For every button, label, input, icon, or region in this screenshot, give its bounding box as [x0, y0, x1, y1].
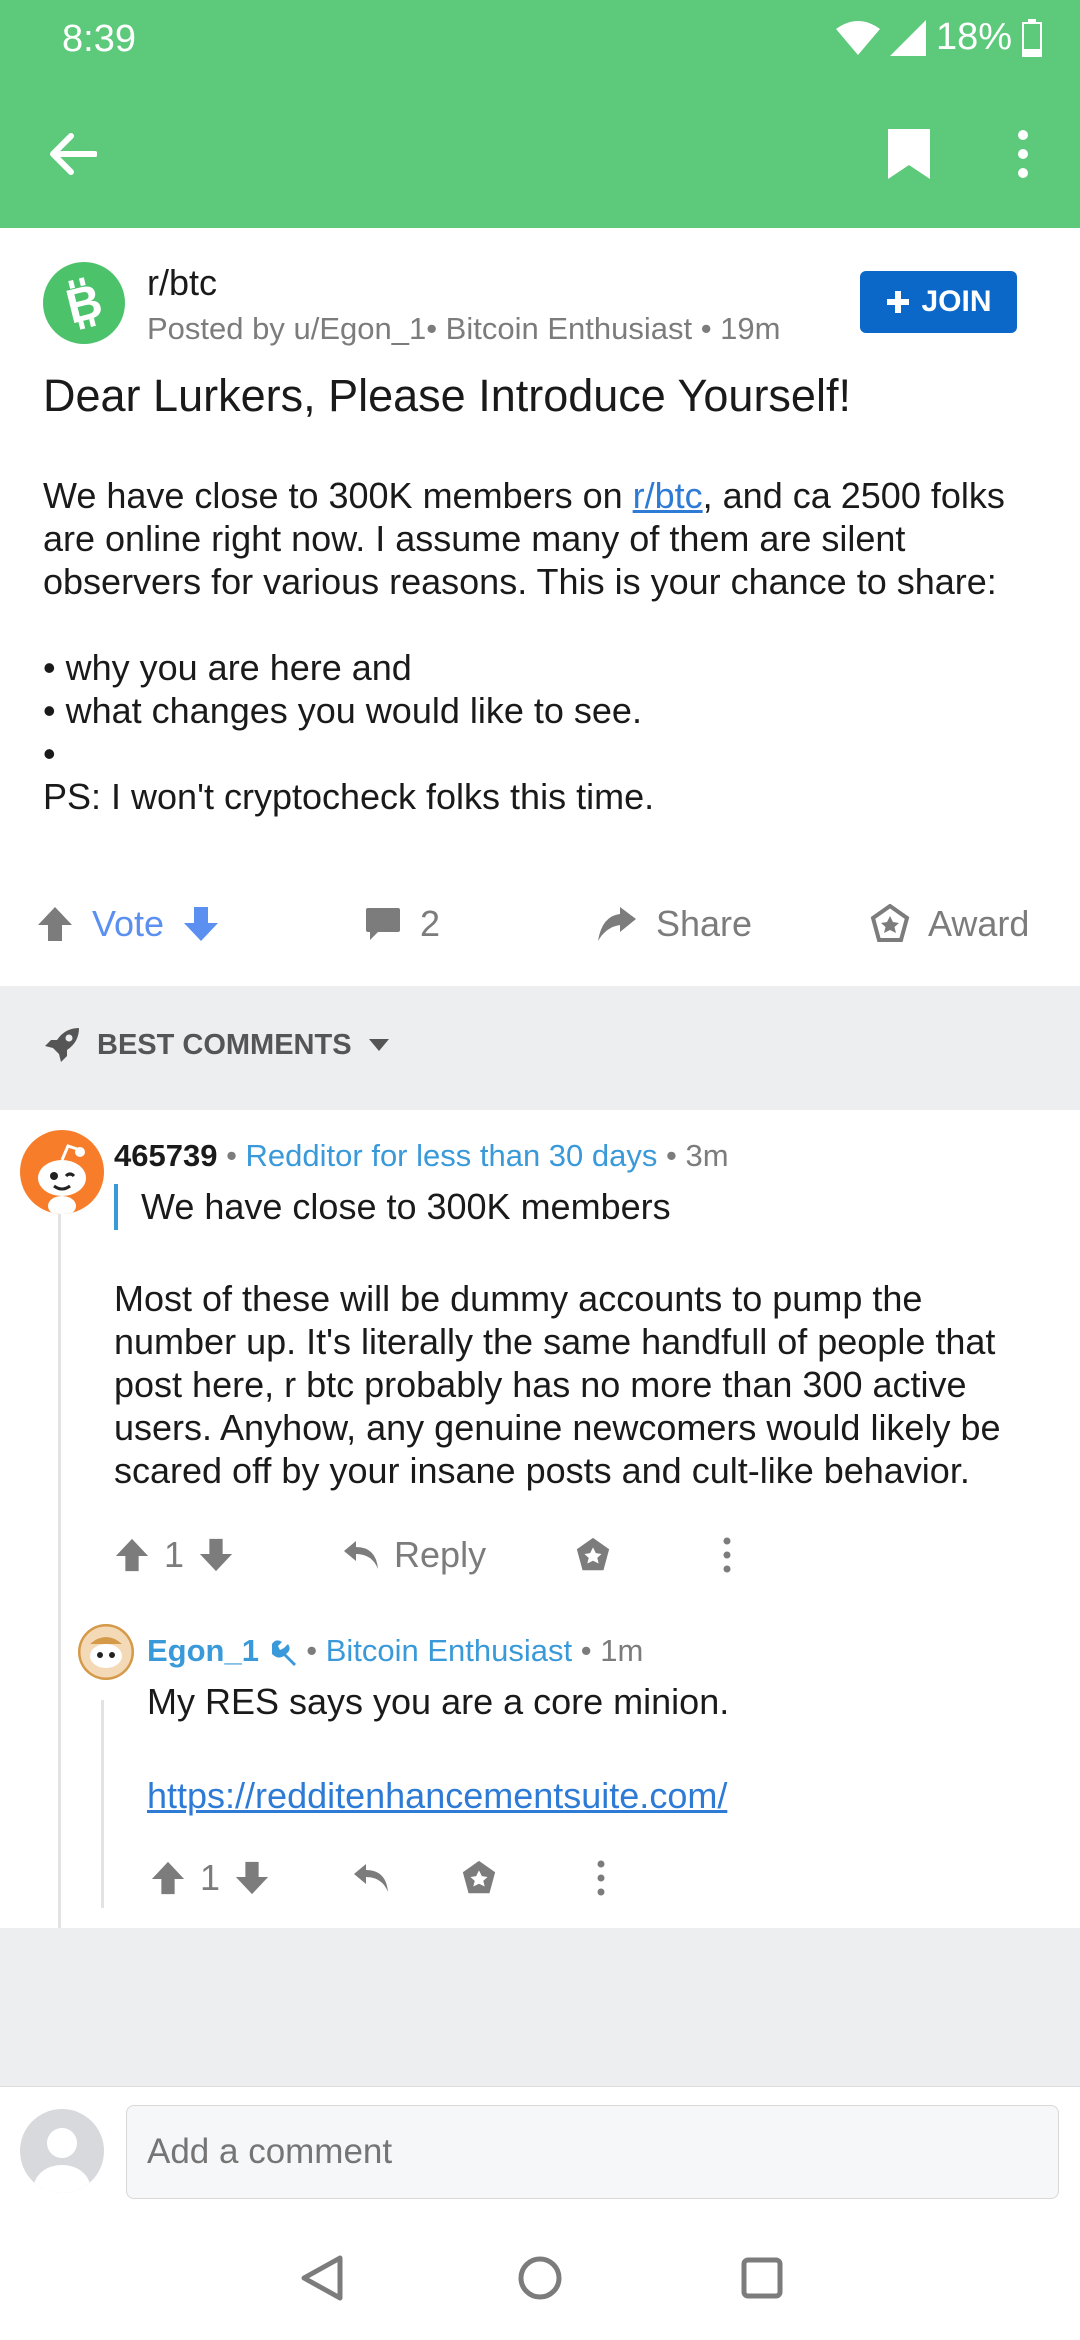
subreddit-link[interactable]: r/btc: [633, 475, 703, 516]
comment-composer: [0, 2086, 1080, 2216]
comment-time: 3m: [685, 1138, 729, 1173]
wrench-icon: [271, 1640, 296, 1666]
user-flair: Redditor for less than 30 days: [245, 1138, 658, 1173]
square-recents-icon: [741, 2257, 783, 2299]
comment-body: My RES says you are a core minion.: [147, 1681, 730, 1722]
bullet-item: •: [43, 733, 56, 774]
nav-home-button[interactable]: [508, 2246, 572, 2310]
back-button[interactable]: [36, 118, 108, 190]
bullet-item: • why you are here and: [43, 647, 412, 688]
comment-icon: [366, 908, 400, 940]
triangle-back-icon: [301, 2255, 343, 2301]
avatar[interactable]: [20, 1130, 104, 1214]
app-bar: [0, 80, 1080, 228]
post-paragraph: We have close to 300K members on r/btc, …: [43, 475, 1005, 602]
snoo-avatar-icon: [78, 1624, 134, 1680]
signal-icon: [889, 19, 926, 56]
rocket-icon: [45, 1028, 79, 1062]
user-flair: Bitcoin Enthusiast: [325, 1633, 573, 1668]
award-icon: [870, 904, 910, 942]
award-icon[interactable]: [460, 1859, 498, 1897]
award-button[interactable]: Award: [870, 888, 1029, 960]
comment-header: Egon_1 • Bitcoin Enthusiast • 1m: [147, 1633, 644, 1668]
upvote-icon[interactable]: [150, 1860, 186, 1896]
avatar[interactable]: [78, 1624, 134, 1680]
comment-score: 1: [200, 1857, 221, 1898]
plus-icon: [887, 291, 910, 313]
more-options-button[interactable]: [987, 118, 1059, 190]
comment-actions: 1: [150, 1846, 606, 1910]
downvote-icon[interactable]: [182, 905, 220, 943]
reply-button[interactable]: Reply: [342, 1534, 486, 1576]
post-ps: PS: I won't cryptocheck folks this time.: [43, 776, 655, 817]
status-time: 8:39: [62, 18, 136, 60]
thread-line[interactable]: [101, 1700, 104, 1908]
bitcoin-cash-icon: B: [61, 276, 107, 330]
join-button[interactable]: JOIN: [860, 271, 1017, 333]
chevron-down-icon: [368, 1039, 389, 1051]
post-meta: Posted by u/Egon_1• Bitcoin Enthusiast •…: [147, 311, 781, 346]
bullet-item: • what changes you would like to see.: [43, 690, 642, 731]
reply-label: Reply: [394, 1534, 487, 1575]
comment-score: 1: [164, 1534, 185, 1575]
arrow-left-icon: [50, 133, 97, 175]
bookmark-button[interactable]: [873, 118, 945, 190]
empty-area: [0, 1928, 1080, 2086]
comment-count: 2: [420, 903, 441, 944]
comment-sort-bar: BEST COMMENTS: [0, 986, 1080, 1110]
more-vertical-icon: [1018, 130, 1028, 178]
share-label: Share: [656, 903, 753, 944]
share-icon: [598, 907, 636, 941]
vote-group: Vote: [36, 888, 220, 960]
battery-percent: 18%: [935, 16, 1012, 58]
comment-input[interactable]: [126, 2105, 1059, 2199]
bullet-list: • why you are here and • what changes yo…: [43, 646, 1043, 775]
downvote-icon[interactable]: [234, 1860, 270, 1896]
comment-time: 1m: [600, 1633, 644, 1668]
comment-body: Most of these will be dummy accounts to …: [114, 1278, 1001, 1491]
reply-icon[interactable]: [352, 1862, 390, 1894]
status-bar: 8:39 18%: [0, 0, 1080, 80]
award-label: Award: [928, 903, 1030, 944]
vote-label: Vote: [92, 903, 165, 944]
subreddit-name[interactable]: r/btc: [147, 262, 217, 304]
status-icons: 18%: [835, 16, 1042, 59]
reply-icon: [344, 1541, 379, 1569]
upvote-icon[interactable]: [114, 1537, 150, 1573]
person-icon: [34, 2128, 90, 2193]
comments-button[interactable]: 2: [364, 888, 440, 960]
comment-link-wrap: https://redditenhancementsuite.com/: [147, 1774, 1037, 1817]
comment-header: 465739 • Redditor for less than 30 days …: [114, 1138, 729, 1173]
more-vertical-icon[interactable]: [596, 1860, 606, 1896]
sort-dropdown[interactable]: BEST COMMENTS: [43, 1026, 390, 1064]
post-body: We have close to 300K members on r/btc, …: [43, 474, 1043, 818]
comment-author[interactable]: 465739: [114, 1138, 217, 1173]
thread-line[interactable]: [58, 1214, 61, 1928]
award-icon[interactable]: [574, 1536, 612, 1574]
nav-back-button[interactable]: [290, 2246, 354, 2310]
upvote-icon[interactable]: [36, 905, 74, 943]
nav-recents-button[interactable]: [730, 2246, 794, 2310]
user-avatar[interactable]: [20, 2109, 104, 2193]
circle-home-icon: [518, 2256, 562, 2300]
post-title: Dear Lurkers, Please Introduce Yourself!: [43, 370, 851, 421]
comment-actions: 1 Reply: [114, 1523, 732, 1587]
snoo-avatar-icon: [38, 1144, 86, 1214]
join-label: JOIN: [921, 285, 992, 318]
battery-icon: [1022, 18, 1042, 57]
system-nav-bar: [0, 2216, 1080, 2340]
subreddit-icon[interactable]: B: [43, 262, 125, 344]
wifi-icon: [835, 20, 880, 55]
bookmark-icon: [888, 129, 930, 179]
res-link[interactable]: https://redditenhancementsuite.com/: [147, 1775, 727, 1816]
more-vertical-icon[interactable]: [722, 1537, 732, 1573]
share-button[interactable]: Share: [596, 888, 752, 960]
sort-label: BEST COMMENTS: [97, 1028, 352, 1061]
comment-author[interactable]: Egon_1: [147, 1633, 259, 1668]
comment-quote: We have close to 300K members: [114, 1184, 671, 1230]
downvote-icon[interactable]: [198, 1537, 234, 1573]
post-actions: Vote 2 Share Award: [0, 888, 1080, 960]
